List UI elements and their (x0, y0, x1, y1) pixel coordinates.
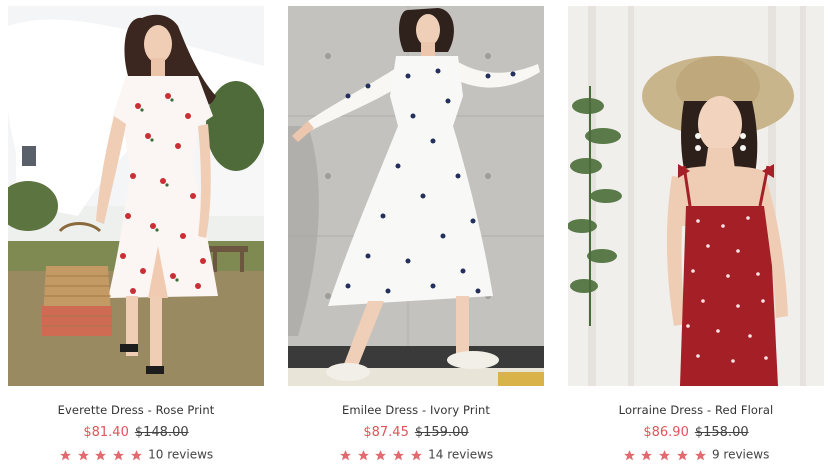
product-name[interactable]: Everette Dress - Rose Print (8, 403, 264, 417)
review-count[interactable]: 10 reviews (148, 448, 213, 462)
product-name[interactable]: Lorraine Dress - Red Floral (568, 403, 824, 417)
product-rating[interactable]: 10 reviews (8, 447, 264, 462)
star-icon (695, 449, 706, 460)
star-icon (77, 449, 89, 460)
star-rating (59, 448, 144, 462)
product-rating[interactable]: 14 reviews (288, 447, 544, 462)
star-icon (357, 449, 369, 460)
star-icon (95, 449, 107, 460)
product-rating[interactable]: 9 reviews (568, 447, 824, 462)
star-icon (131, 449, 143, 460)
star-icon (677, 449, 689, 460)
review-count[interactable]: 14 reviews (428, 448, 493, 462)
product-card: Emilee Dress - Ivory Print $87.45 $159.00… (288, 6, 544, 464)
product-image[interactable] (568, 6, 824, 386)
product-photo-emilee (288, 6, 544, 386)
star-icon (411, 449, 423, 460)
original-price: $158.00 (694, 425, 749, 440)
star-icon (59, 449, 71, 460)
star-rating (339, 448, 424, 462)
product-card: Everette Dress - Rose Print $81.40 $148.0… (8, 6, 264, 464)
star-rating (623, 448, 708, 462)
product-image[interactable] (288, 6, 544, 386)
star-icon (659, 449, 671, 460)
sale-price: $87.45 (363, 425, 409, 440)
product-photo-everette (8, 6, 264, 386)
product-prices: $86.90 $158.00 (568, 425, 824, 440)
product-grid: Everette Dress - Rose Print $81.40 $148.0… (0, 0, 834, 468)
sale-price: $81.40 (83, 425, 129, 440)
star-icon (641, 449, 653, 460)
product-prices: $81.40 $148.00 (8, 425, 264, 440)
star-icon (393, 449, 405, 460)
product-image[interactable] (8, 6, 264, 386)
original-price: $159.00 (414, 425, 469, 440)
product-name[interactable]: Emilee Dress - Ivory Print (288, 403, 544, 417)
original-price: $148.00 (134, 425, 189, 440)
star-icon (113, 449, 125, 460)
sale-price: $86.90 (643, 425, 689, 440)
product-photo-lorraine (568, 6, 824, 386)
review-count[interactable]: 9 reviews (712, 448, 769, 462)
star-icon (623, 449, 635, 460)
product-card: Lorraine Dress - Red Floral $86.90 $158.0… (568, 6, 824, 464)
star-icon (375, 449, 387, 460)
product-prices: $87.45 $159.00 (288, 425, 544, 440)
star-icon (339, 449, 351, 460)
